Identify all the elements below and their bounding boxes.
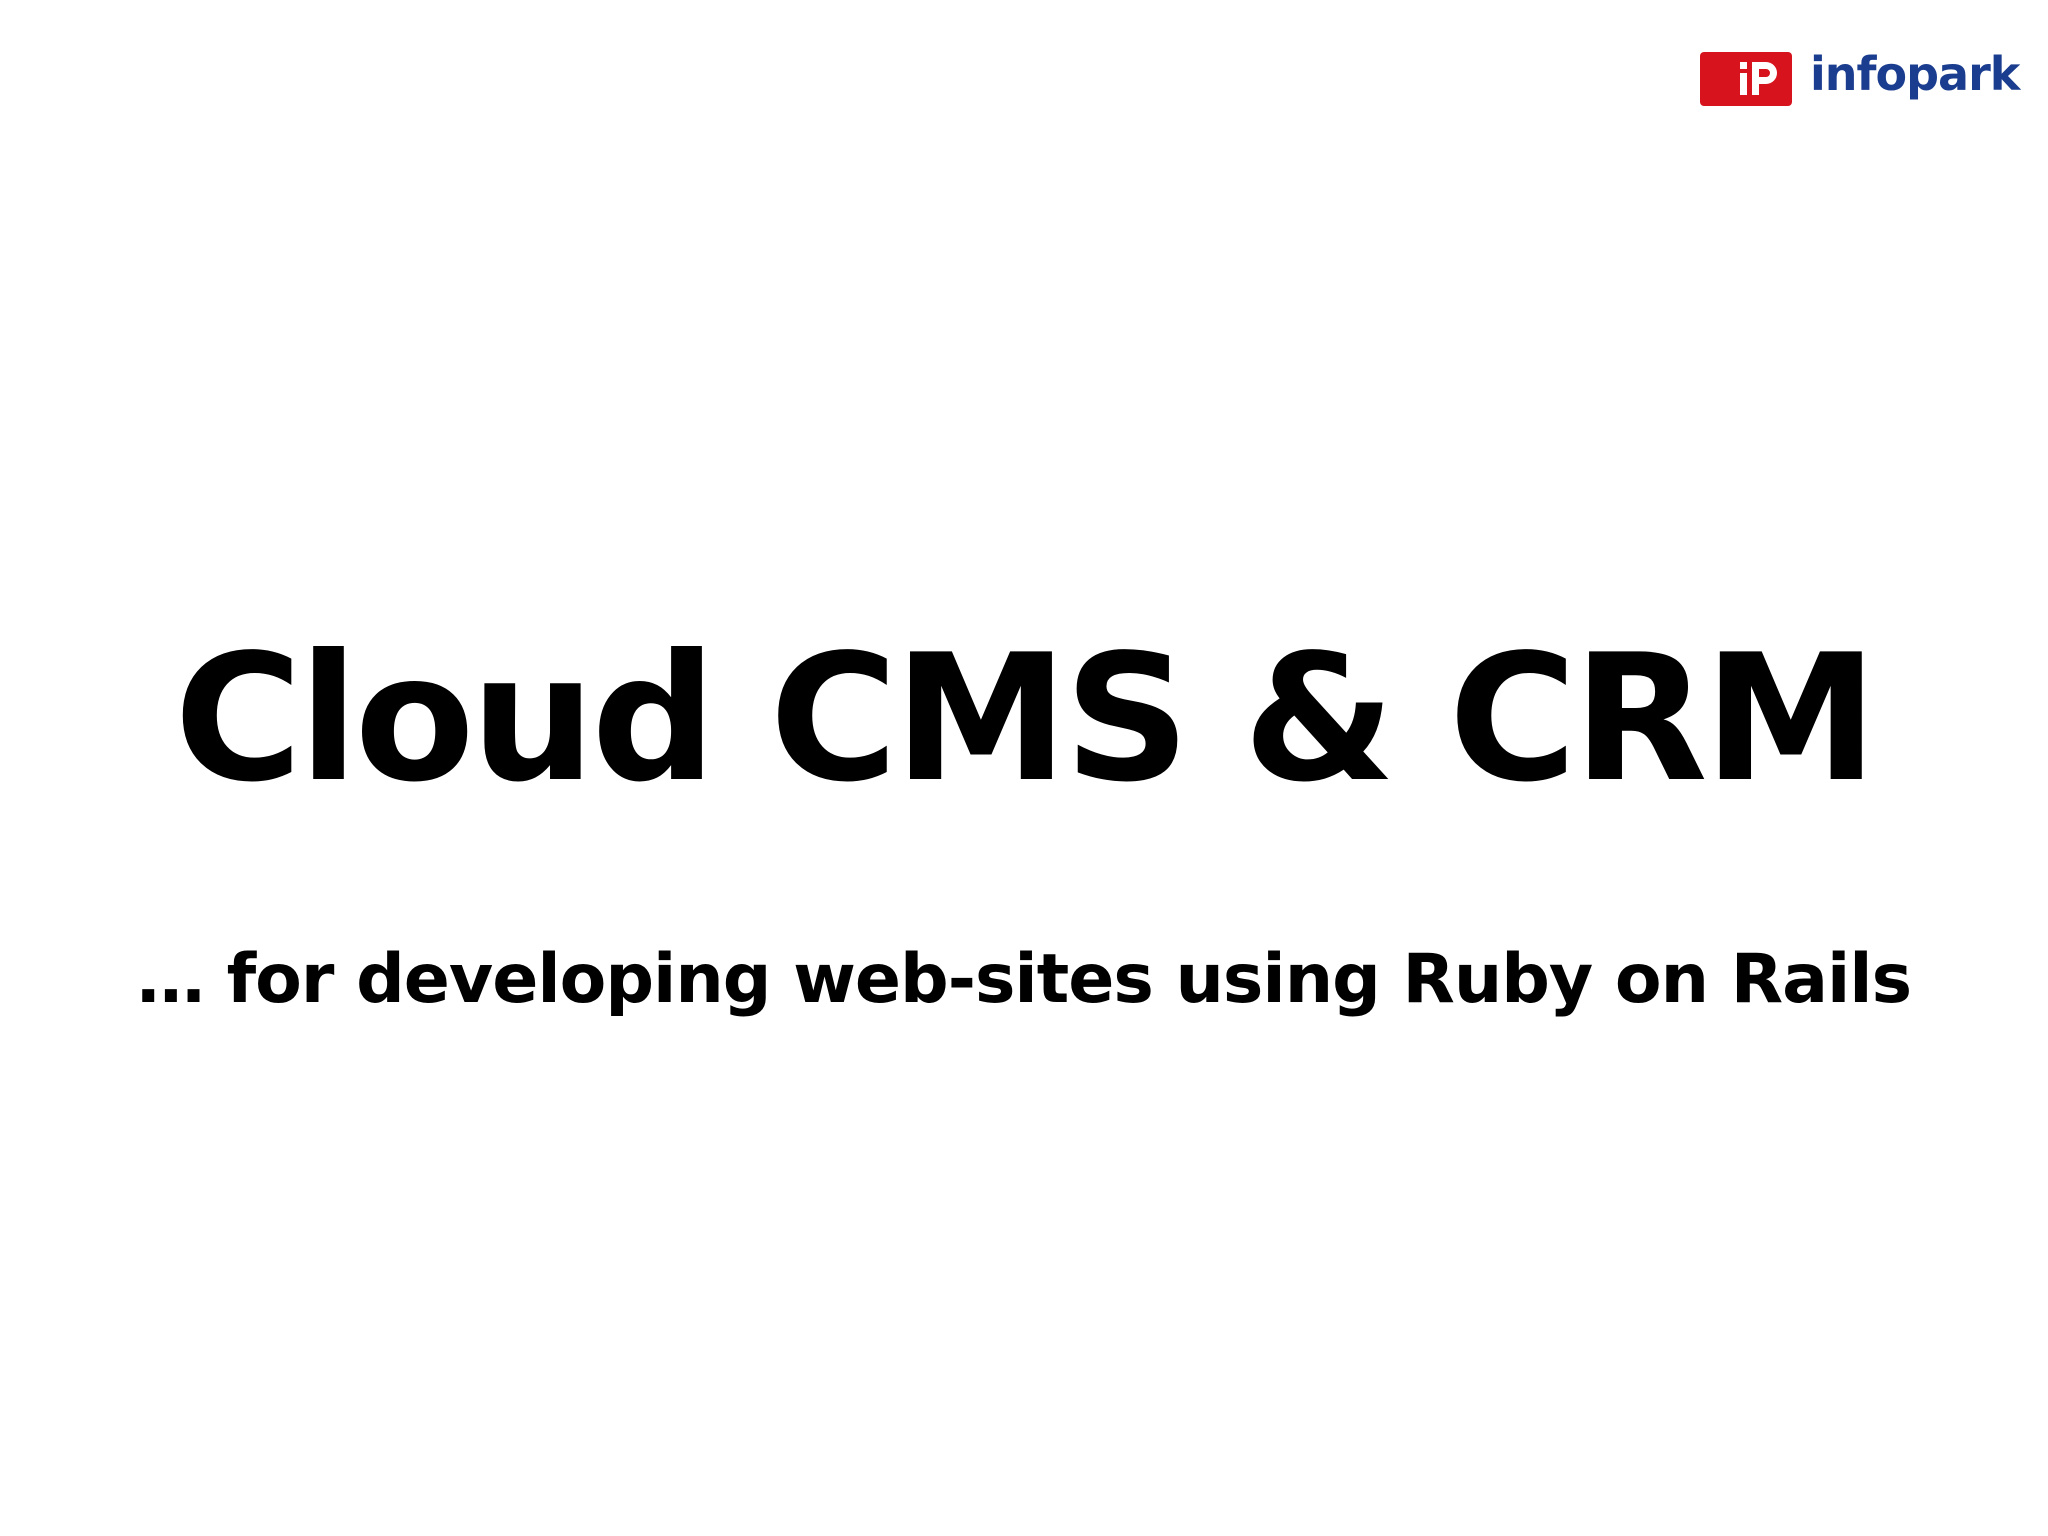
infopark-logo: infopark xyxy=(1700,47,2020,108)
infopark-logo-icon xyxy=(1700,52,1792,106)
slide-subtitle: … for developing web-sites using Ruby on… xyxy=(136,940,1912,1019)
slide-title: Cloud CMS & CRM xyxy=(174,618,1878,821)
infopark-wordmark: infopark xyxy=(1810,47,2020,101)
